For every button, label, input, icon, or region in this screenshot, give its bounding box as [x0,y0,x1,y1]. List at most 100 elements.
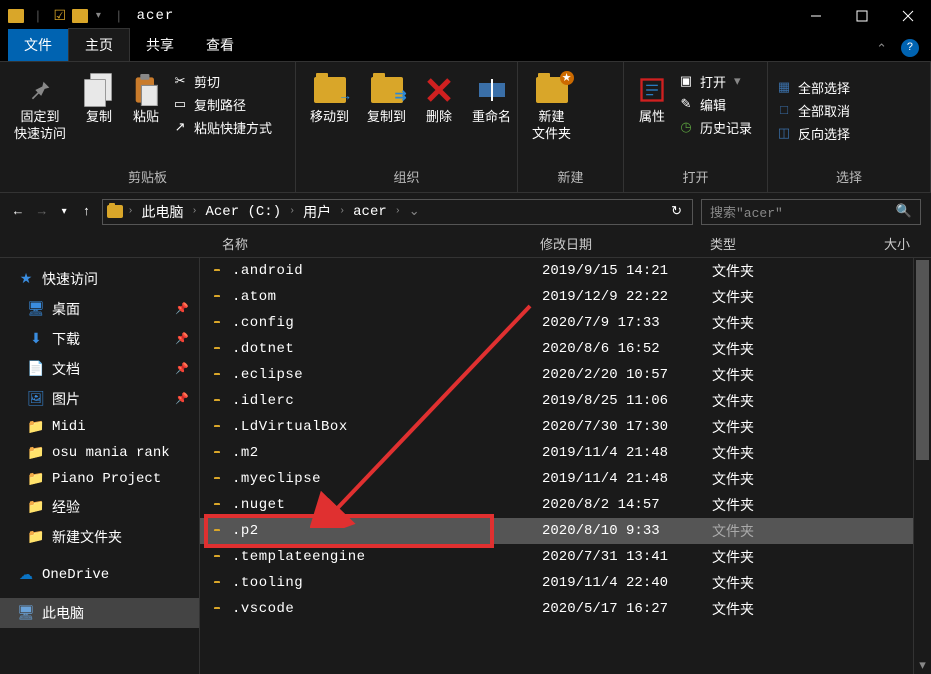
close-button[interactable] [885,0,931,32]
invert-selection-button[interactable]: ◫反向选择 [776,124,850,143]
tab-share[interactable]: 共享 [130,29,190,61]
file-name: .m2 [232,445,542,461]
col-type[interactable]: 类型 [710,234,860,253]
file-type: 文件夹 [712,417,862,437]
file-row[interactable]: .nuget2020/8/2 14:57文件夹 [200,492,913,518]
file-name: .config [232,315,542,331]
collapse-ribbon-icon[interactable]: ⌃ [866,38,897,61]
sidebar-item-图片[interactable]: 🖼图片📌 [0,384,199,414]
pc-icon: 🖥 [18,605,34,621]
title-bar: | ☑ ▾ | acer [0,0,931,32]
sidebar-item-新建文件夹[interactable]: 📁新建文件夹 [0,522,199,552]
col-name[interactable]: 名称 [210,234,540,253]
sidebar-quick-access[interactable]: ★快速访问 [0,264,199,294]
path-icon: ▭ [172,97,188,112]
help-icon[interactable]: ? [901,39,919,57]
pin-to-quick-access-button[interactable]: 固定到 快速访问 [8,70,72,148]
file-name: .nuget [232,497,542,513]
copy-button[interactable]: 复制 [78,70,120,131]
open-icon: ▣ [678,74,694,89]
scroll-down-icon[interactable]: ▾ [914,656,931,674]
sidebar-item-文档[interactable]: 📄文档📌 [0,354,199,384]
tab-file[interactable]: 文件 [8,29,68,61]
col-size[interactable]: 大小 [860,234,910,253]
address-folder-icon [107,205,123,218]
file-row[interactable]: .p22020/8/10 9:33文件夹 [200,518,913,544]
sidebar-item-下载[interactable]: ⬇下载📌 [0,324,199,354]
search-box[interactable]: 搜索"acer" 🔍 [701,199,921,225]
file-date: 2019/9/15 14:21 [542,263,712,279]
paste-button[interactable]: 粘贴 [126,70,166,131]
recent-dropdown[interactable]: ▾ [58,204,71,220]
qat-folder-icon[interactable] [72,9,88,23]
history-icon: ◷ [678,120,694,135]
history-button[interactable]: ◷历史记录 [678,118,752,137]
file-row[interactable]: .idlerc2019/8/25 11:06文件夹 [200,388,913,414]
minimize-button[interactable] [793,0,839,32]
search-icon[interactable]: 🔍 [896,204,912,219]
properties-button[interactable]: 属性 [632,70,672,131]
delete-button[interactable]: 删除 [418,70,460,131]
copy-path-button[interactable]: ▭复制路径 [172,95,272,114]
file-name: .tooling [232,575,542,591]
crumb-drive[interactable]: Acer (C:) [202,204,286,220]
select-none-button[interactable]: □全部取消 [776,101,850,120]
sidebar-item-Midi[interactable]: 📁Midi [0,414,199,440]
folder-icon: 📁 [28,471,44,487]
refresh-button[interactable]: ↻ [665,204,688,219]
paste-shortcut-button[interactable]: ↗粘贴快捷方式 [172,118,272,137]
file-row[interactable]: .LdVirtualBox2020/7/30 17:30文件夹 [200,414,913,440]
crumb-users[interactable]: 用户 [299,202,335,222]
file-date: 2019/11/4 22:40 [542,575,712,591]
file-row[interactable]: .myeclipse2019/11/4 21:48文件夹 [200,466,913,492]
crumb-thispc[interactable]: 此电脑 [137,202,187,222]
file-name: .templateengine [232,549,542,565]
rename-button[interactable]: 重命名 [466,70,517,131]
edit-button[interactable]: ✎编辑 [678,95,752,114]
sidebar-item-桌面[interactable]: 🖥桌面📌 [0,294,199,324]
copy-icon [84,74,114,106]
file-row[interactable]: .atom2019/12/9 22:22文件夹 [200,284,913,310]
tab-home[interactable]: 主页 [68,28,130,61]
sidebar-onedrive[interactable]: ☁OneDrive [0,562,199,588]
forward-button[interactable]: → [34,202,50,221]
star-icon: ★ [18,271,34,287]
file-row[interactable]: .tooling2019/11/4 22:40文件夹 [200,570,913,596]
maximize-button[interactable] [839,0,885,32]
new-folder-button[interactable]: ★ 新建 文件夹 [526,70,577,148]
sidebar-item-Piano Project[interactable]: 📁Piano Project [0,466,199,492]
tab-view[interactable]: 查看 [190,29,250,61]
col-date[interactable]: 修改日期 [540,234,710,253]
sidebar-item-经验[interactable]: 📁经验 [0,492,199,522]
scrollbar-thumb[interactable] [916,260,929,460]
open-button[interactable]: ▣打开▾ [678,72,752,91]
qat-properties-icon[interactable]: ☑ [52,8,68,24]
navigation-bar: ← → ▾ ↑ › 此电脑› Acer (C:)› 用户› acer› ⌄ ↻ … [0,192,931,230]
file-row[interactable]: .dotnet2020/8/6 16:52文件夹 [200,336,913,362]
file-name: .android [232,263,542,279]
file-row[interactable]: .vscode2020/5/17 16:27文件夹 [200,596,913,622]
select-all-button[interactable]: ▦全部选择 [776,78,850,97]
copy-to-button[interactable]: ⇉ 复制到 [361,70,412,131]
cut-button[interactable]: ✂剪切 [172,72,272,91]
file-type: 文件夹 [712,495,862,515]
address-dropdown-icon[interactable]: ⌄ [405,204,424,219]
crumb-acer[interactable]: acer [349,204,391,220]
file-name: .myeclipse [232,471,542,487]
delete-icon [424,74,454,106]
vertical-scrollbar[interactable]: ▴ ▾ [913,258,931,674]
file-row[interactable]: .eclipse2020/2/20 10:57文件夹 [200,362,913,388]
file-row[interactable]: .config2020/7/9 17:33文件夹 [200,310,913,336]
file-row[interactable]: .m22019/11/4 21:48文件夹 [200,440,913,466]
sidebar-item-osu mania rank[interactable]: 📁osu mania rank [0,440,199,466]
file-name: .idlerc [232,393,542,409]
qat-dropdown-icon[interactable]: ▾ [92,10,105,22]
file-list[interactable]: .android2019/9/15 14:21文件夹.atom2019/12/9… [200,258,913,674]
sidebar-this-pc[interactable]: 🖥此电脑 [0,598,199,628]
back-button[interactable]: ← [10,202,26,221]
file-row[interactable]: .templateengine2020/7/31 13:41文件夹 [200,544,913,570]
file-row[interactable]: .android2019/9/15 14:21文件夹 [200,258,913,284]
up-button[interactable]: ↑ [79,202,95,221]
move-to-button[interactable]: → 移动到 [304,70,355,131]
address-bar[interactable]: › 此电脑› Acer (C:)› 用户› acer› ⌄ ↻ [102,199,693,225]
